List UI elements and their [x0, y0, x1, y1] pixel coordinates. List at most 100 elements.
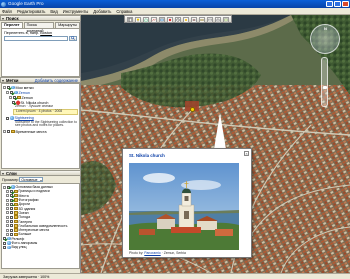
add-polygon-button[interactable] — [143, 17, 149, 23]
globe-icon — [10, 116, 14, 120]
checkbox[interactable] — [10, 189, 13, 193]
checkbox[interactable] — [10, 224, 13, 228]
window-titlebar: Google Earth Pro — [0, 0, 350, 8]
search-body: Перелететь в, напр. Boston — [1, 27, 80, 77]
expand-icon[interactable] — [6, 211, 9, 215]
expand-icon[interactable] — [6, 232, 9, 236]
folder-icon — [14, 232, 18, 237]
checkbox[interactable] — [10, 232, 13, 236]
expand-icon[interactable] — [6, 220, 9, 224]
close-button[interactable] — [342, 1, 349, 7]
add-placemark-button[interactable] — [135, 17, 141, 23]
view-in-maps-button[interactable] — [223, 17, 229, 23]
add-content-link[interactable]: Добавить содержание — [35, 78, 78, 84]
zoom-slider-handle[interactable] — [323, 86, 327, 89]
expand-icon[interactable] — [6, 215, 9, 219]
close-icon[interactable]: × — [244, 151, 249, 156]
checkbox[interactable] — [10, 207, 13, 211]
checkbox[interactable] — [13, 96, 16, 99]
tab-fly-to[interactable]: Перелет — [1, 22, 23, 28]
folder-icon — [14, 224, 18, 228]
menu-edit[interactable]: Редактировать — [17, 8, 45, 14]
planet-icon — [192, 19, 196, 21]
minimize-button[interactable] — [326, 1, 333, 7]
search-icon — [71, 36, 75, 40]
places-panel-header[interactable]: Метки Добавить содержание — [0, 77, 81, 83]
checkbox[interactable] — [3, 237, 6, 241]
switch-to-sky-button[interactable] — [191, 17, 197, 23]
window-controls — [326, 1, 349, 7]
checkbox[interactable] — [3, 241, 6, 245]
search-panel: Поиск Перелет Поиск компаний Маршруты Пе… — [0, 15, 81, 77]
layers-view-select[interactable]: Основные — [19, 177, 44, 182]
menu-view[interactable]: Вид — [50, 8, 57, 14]
balloon-caption: Photo by: Panoramio · Zemun, Serbia — [129, 251, 186, 255]
checkbox[interactable] — [10, 194, 13, 198]
layers-view-row: Просмотр Основные — [0, 176, 81, 183]
layers-panel-header[interactable]: Слои — [0, 170, 81, 176]
search-input[interactable] — [4, 35, 68, 41]
add-path-button[interactable] — [151, 17, 157, 23]
checkbox[interactable] — [10, 215, 13, 219]
places-panel: Метки Добавить содержание Мои метки Zemu… — [0, 77, 81, 170]
highlighted-description: Lorem ipsum · 4 photos · 2008 — [13, 108, 78, 115]
expand-icon[interactable] — [3, 130, 6, 134]
record-tour-button[interactable] — [167, 17, 173, 23]
expand-icon[interactable] — [6, 189, 9, 193]
window-title: Google Earth Pro — [8, 1, 44, 6]
search-panel-header[interactable]: Поиск — [0, 15, 81, 21]
pushpin-icon — [136, 18, 140, 22]
menu-tools[interactable]: Инструменты — [63, 8, 89, 14]
zoom-slider[interactable] — [321, 57, 328, 107]
historical-imagery-button[interactable] — [175, 17, 181, 23]
placemark-pin-icon[interactable] — [190, 107, 195, 112]
tab-find-businesses[interactable]: Поиск компаний — [23, 22, 55, 33]
panoramio-link[interactable]: Panoramio — [144, 251, 160, 255]
menu-add[interactable]: Добавить — [93, 8, 111, 14]
expand-icon[interactable] — [6, 202, 9, 206]
expand-icon[interactable] — [6, 198, 9, 202]
expand-icon[interactable] — [9, 96, 12, 99]
expand-icon[interactable] — [6, 91, 9, 94]
checkbox[interactable] — [10, 202, 13, 206]
menu-file[interactable]: Файл — [2, 8, 12, 14]
email-button[interactable] — [207, 17, 213, 23]
expand-icon[interactable] — [6, 194, 9, 198]
checkbox[interactable] — [7, 185, 10, 189]
checkbox[interactable] — [10, 198, 13, 202]
expand-icon[interactable] — [6, 224, 9, 228]
menu-help[interactable]: Справка — [116, 8, 132, 14]
sunlight-button[interactable] — [183, 17, 189, 23]
status-bar: Загрузка завершена · 100% — [0, 273, 350, 279]
clock-icon — [176, 18, 180, 22]
ruler-icon — [200, 19, 204, 21]
expand-icon[interactable] — [6, 228, 9, 232]
navigation-compass[interactable]: N — [310, 24, 340, 54]
north-indicator: N — [324, 26, 327, 31]
checkbox[interactable] — [7, 86, 10, 89]
image-overlay-button[interactable] — [159, 17, 165, 23]
checkbox[interactable] — [10, 220, 13, 224]
folder-icon — [14, 228, 18, 232]
maximize-button[interactable] — [334, 1, 341, 7]
panorama-icon — [7, 241, 11, 245]
ruler-button[interactable] — [199, 17, 205, 23]
checkbox[interactable] — [10, 228, 13, 232]
expand-icon[interactable] — [6, 207, 9, 211]
tab-directions[interactable]: Маршруты — [55, 22, 80, 28]
checkbox[interactable] — [3, 245, 6, 249]
layer-row[interactable]: Вид улиц — [3, 245, 78, 249]
search-button[interactable] — [69, 35, 77, 41]
checkbox[interactable] — [7, 130, 10, 134]
checkbox[interactable] — [10, 91, 13, 94]
tree-row[interactable]: Временные места — [3, 129, 78, 134]
hide-sidebar-button[interactable] — [127, 17, 133, 23]
print-button[interactable] — [215, 17, 221, 23]
map-view[interactable]: N St. Nikola church × Photo by: Panorami… — [81, 15, 350, 273]
checkbox[interactable] — [6, 116, 9, 120]
expand-icon[interactable] — [3, 185, 6, 189]
sightseeing-description: Subscribe to the Sightseeing collection … — [15, 119, 78, 128]
search-label-example: Boston — [40, 30, 53, 35]
expand-icon[interactable] — [3, 86, 6, 89]
checkbox[interactable] — [10, 211, 13, 215]
